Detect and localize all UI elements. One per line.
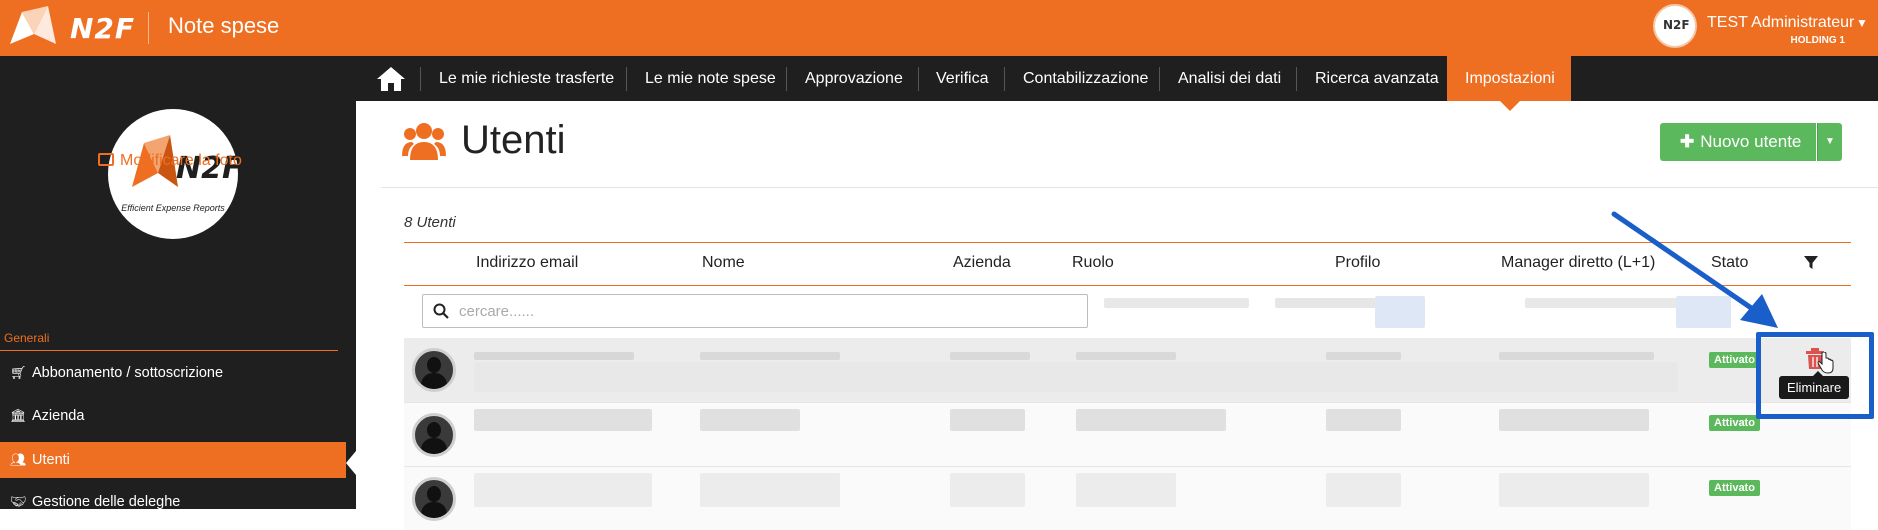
user-avatar-icon xyxy=(412,477,456,521)
new-user-dropdown-caret-icon[interactable]: ▼ xyxy=(1817,123,1842,161)
sidebar-item-label: Utenti xyxy=(32,452,70,468)
cart-icon: 🛒︎ xyxy=(10,365,27,380)
nav-separator xyxy=(626,67,627,91)
app-title: Note spese xyxy=(168,13,280,38)
nav-separator xyxy=(1296,67,1297,91)
image-icon xyxy=(98,153,114,166)
sidebar-section-title: Generali xyxy=(4,331,50,345)
logo-text: N2F xyxy=(70,12,136,45)
redacted-manager xyxy=(1499,352,1654,360)
annotation-arrow-icon xyxy=(1611,211,1778,328)
column-header-ruolo[interactable]: Ruolo xyxy=(1072,254,1114,272)
redacted-row-detail xyxy=(474,362,1678,392)
table-row[interactable]: Attivato xyxy=(404,338,1851,402)
table-row[interactable]: Attivato xyxy=(404,466,1851,530)
redacted-email xyxy=(474,473,652,507)
redacted-name xyxy=(700,352,840,360)
company-logo: N2F Efficient Expense Reports xyxy=(108,109,242,239)
user-avatar[interactable]: N2F xyxy=(1653,4,1697,48)
column-header-nome[interactable]: Nome xyxy=(702,254,745,272)
search-field[interactable] xyxy=(422,294,1088,328)
user-company: HOLDING 1 xyxy=(1790,35,1845,46)
user-name[interactable]: TEST Administrateur xyxy=(1707,14,1854,32)
nav-separator xyxy=(918,67,919,91)
company-logo-tagline: Efficient Expense Reports xyxy=(121,203,225,213)
sidebar-item-deleghe[interactable]: 🤝︎ Gestione delle deleghe xyxy=(0,484,356,520)
origami-bird-icon xyxy=(10,6,56,44)
new-user-button[interactable]: ✚ Nuovo utente xyxy=(1660,123,1816,161)
user-count: 8 Utenti xyxy=(404,214,456,231)
edit-photo-label: Modificare la foto xyxy=(120,152,242,169)
search-input[interactable] xyxy=(459,301,1059,321)
nav-item-ricerca[interactable]: Ricerca avanzata xyxy=(1315,56,1439,101)
bank-icon: 🏛︎ xyxy=(10,408,27,423)
column-header-email[interactable]: Indirizzo email xyxy=(476,254,578,272)
plus-icon: ✚ xyxy=(1680,132,1695,151)
page-title: Utenti xyxy=(461,118,566,162)
redacted-manager xyxy=(1499,409,1649,431)
avatar-logo-text: N2F xyxy=(1663,18,1690,32)
sidebar-item-label: Azienda xyxy=(32,408,85,424)
handshake-icon: 🤝︎ xyxy=(10,494,27,509)
redacted-email xyxy=(474,352,634,360)
redacted-profile xyxy=(1326,473,1401,507)
column-header-azienda[interactable]: Azienda xyxy=(953,254,1011,272)
nav-separator xyxy=(420,67,421,91)
filter-control-redacted[interactable] xyxy=(1375,296,1425,328)
redacted-email xyxy=(474,409,652,431)
filter-control-redacted[interactable] xyxy=(1104,298,1249,308)
nav-item-verifica[interactable]: Verifica xyxy=(936,56,988,101)
main-nav: Le mie richieste trasferte Le mie note s… xyxy=(0,56,1878,101)
sidebar-active-arrow xyxy=(346,451,356,475)
status-badge: Attivato xyxy=(1709,415,1760,431)
header-divider xyxy=(148,12,149,44)
sidebar-item-azienda[interactable]: 🏛︎ Azienda xyxy=(0,398,356,434)
user-menu-caret-icon[interactable]: ▼ xyxy=(1856,16,1868,30)
search-icon xyxy=(433,303,449,319)
home-icon[interactable] xyxy=(376,66,406,92)
header-rule xyxy=(381,187,1878,188)
redacted-company xyxy=(950,409,1025,431)
redacted-name xyxy=(700,409,800,431)
annotation-highlight-box xyxy=(1756,332,1874,419)
redacted-company xyxy=(950,473,1025,507)
new-user-label: Nuovo utente xyxy=(1700,132,1802,151)
sidebar-section-rule xyxy=(0,350,338,351)
table-row[interactable]: Attivato xyxy=(404,402,1851,466)
user-avatar-icon xyxy=(412,348,456,392)
sidebar-item-utenti[interactable]: 👥︎ Utenti xyxy=(0,442,346,478)
nav-item-analisi[interactable]: Analisi dei dati xyxy=(1178,56,1281,101)
redacted-manager xyxy=(1499,473,1649,507)
nav-item-contabilizzazione[interactable]: Contabilizzazione xyxy=(1023,56,1148,101)
filter-icon[interactable] xyxy=(1804,256,1818,270)
redacted-company xyxy=(950,352,1030,360)
sidebar-item-label: Gestione delle deleghe xyxy=(32,494,181,510)
sidebar-item-label: Abbonamento / sottoscrizione xyxy=(32,365,224,381)
status-badge: Attivato xyxy=(1709,352,1760,368)
nav-active-arrow xyxy=(1500,101,1520,111)
nav-separator xyxy=(786,67,787,91)
redacted-name xyxy=(700,473,840,507)
edit-photo-link[interactable]: Modificare la foto xyxy=(98,152,242,170)
nav-separator xyxy=(1004,67,1005,91)
nav-item-note-spese[interactable]: Le mie note spese xyxy=(645,56,776,101)
redacted-role xyxy=(1076,473,1176,507)
redacted-role xyxy=(1076,409,1226,431)
redacted-profile xyxy=(1326,409,1401,431)
sidebar-item-abbonamento[interactable]: 🛒︎ Abbonamento / sottoscrizione xyxy=(0,355,356,391)
nav-separator xyxy=(1159,67,1160,91)
nav-item-impostazioni[interactable]: Impostazioni xyxy=(1447,56,1571,101)
redacted-profile xyxy=(1326,352,1401,360)
nav-item-approvazione[interactable]: Approvazione xyxy=(805,56,903,101)
redacted-role xyxy=(1076,352,1176,360)
users-icon xyxy=(402,123,446,160)
user-avatar-icon xyxy=(412,413,456,457)
top-bar: N2F Note spese N2F TEST Administrateur ▼… xyxy=(0,0,1878,56)
status-badge: Attivato xyxy=(1709,480,1760,496)
app-logo[interactable]: N2F xyxy=(4,4,134,50)
users-icon: 👥︎ xyxy=(10,452,27,467)
column-header-profilo[interactable]: Profilo xyxy=(1335,254,1380,272)
nav-item-trasferte[interactable]: Le mie richieste trasferte xyxy=(439,56,614,101)
